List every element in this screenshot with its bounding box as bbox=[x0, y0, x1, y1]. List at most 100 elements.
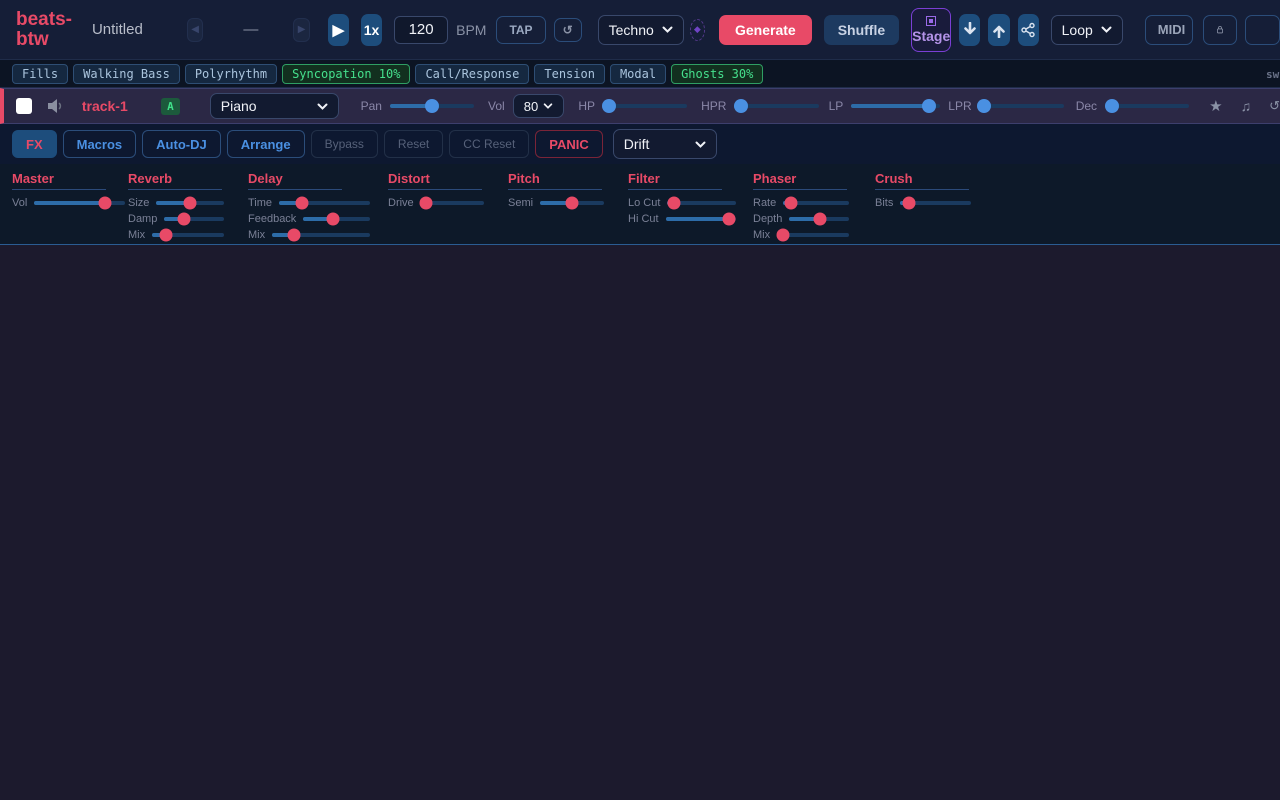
fx-section-crush: Crush Bits bbox=[875, 171, 971, 206]
track-reset-icon[interactable]: ↺ bbox=[1269, 98, 1280, 114]
shuffle-button[interactable]: Shuffle bbox=[824, 15, 899, 45]
fx-param-label: Depth bbox=[753, 213, 782, 225]
dec-slider[interactable] bbox=[1105, 104, 1189, 108]
slider-knob[interactable] bbox=[785, 196, 798, 209]
slider-knob[interactable] bbox=[668, 196, 681, 209]
reverb-mix-slider[interactable] bbox=[152, 233, 224, 237]
lp-slider[interactable] bbox=[851, 104, 940, 108]
lp-label: LP bbox=[829, 99, 844, 113]
slider-knob[interactable] bbox=[566, 196, 579, 209]
reset-button[interactable]: Reset bbox=[384, 130, 443, 158]
music-note-icon[interactable]: ♫ bbox=[1241, 98, 1252, 114]
reverb-size-slider[interactable] bbox=[156, 201, 224, 205]
fx-section-title: Delay bbox=[248, 171, 342, 190]
chip-call-response[interactable]: Call/Response bbox=[415, 64, 529, 84]
fx-param-label: Damp bbox=[128, 213, 157, 225]
slider-knob[interactable] bbox=[814, 212, 827, 225]
midi-button[interactable]: MIDI bbox=[1145, 15, 1193, 45]
download-button[interactable] bbox=[959, 14, 980, 46]
slider-knob[interactable] bbox=[902, 196, 915, 209]
chip-ghosts[interactable]: Ghosts 30% bbox=[671, 64, 763, 84]
tab-auto-dj[interactable]: Auto-DJ bbox=[142, 130, 221, 158]
tap-tempo-button[interactable]: TAP bbox=[496, 16, 545, 44]
slider-knob[interactable] bbox=[776, 228, 789, 241]
seed-orb-icon[interactable]: ◆ bbox=[690, 19, 705, 41]
chip-syncopation[interactable]: Syncopation 10% bbox=[282, 64, 410, 84]
play-button[interactable]: ▶ bbox=[328, 14, 349, 46]
chip-walking-bass[interactable]: Walking Bass bbox=[73, 64, 180, 84]
chip-fills[interactable]: Fills bbox=[12, 64, 68, 84]
bypass-button[interactable]: Bypass bbox=[311, 130, 378, 158]
generate-button[interactable]: Generate bbox=[719, 15, 812, 45]
slider-knob[interactable] bbox=[419, 196, 432, 209]
phaser-mix-slider[interactable] bbox=[777, 233, 849, 237]
slider-knob[interactable] bbox=[327, 212, 340, 225]
star-icon[interactable]: ★ bbox=[1209, 97, 1222, 115]
chip-polyrhythm[interactable]: Polyrhythm bbox=[185, 64, 277, 84]
reverb-damp-slider[interactable] bbox=[164, 217, 224, 221]
hpr-slider[interactable] bbox=[734, 104, 818, 108]
hp-label: HP bbox=[578, 99, 595, 113]
fx-section-title: Crush bbox=[875, 171, 969, 190]
overflow-button[interactable] bbox=[1245, 15, 1280, 45]
fx-section-master: Master Vol bbox=[12, 171, 125, 206]
reset-tempo-button[interactable]: ↺ bbox=[554, 18, 582, 42]
slider-knob[interactable] bbox=[184, 196, 197, 209]
pitch-semi-slider[interactable] bbox=[540, 201, 604, 205]
slider-knob[interactable] bbox=[734, 99, 748, 113]
fx-param-label: Mix bbox=[248, 229, 265, 241]
history-back-button[interactable]: ◀ bbox=[187, 18, 204, 42]
slider-knob[interactable] bbox=[425, 99, 439, 113]
speed-button[interactable]: 1x bbox=[361, 14, 382, 46]
slider-knob[interactable] bbox=[1105, 99, 1119, 113]
master-vol-slider[interactable] bbox=[34, 201, 125, 205]
track-name[interactable]: track-1 bbox=[82, 98, 145, 114]
cc-reset-button[interactable]: CC Reset bbox=[449, 130, 529, 158]
slider-knob[interactable] bbox=[295, 196, 308, 209]
fx-section-title: Distort bbox=[388, 171, 482, 190]
filter-hicut-slider[interactable] bbox=[666, 217, 736, 221]
slider-knob[interactable] bbox=[977, 99, 991, 113]
stage-button[interactable]: Stage bbox=[911, 8, 951, 52]
panic-button[interactable]: PANIC bbox=[535, 130, 602, 158]
slider-knob[interactable] bbox=[602, 99, 616, 113]
chip-modal[interactable]: Modal bbox=[610, 64, 666, 84]
bpm-input[interactable] bbox=[394, 16, 448, 44]
slider-knob[interactable] bbox=[922, 99, 936, 113]
instrument-select[interactable]: Piano bbox=[210, 93, 339, 119]
delay-feedback-slider[interactable] bbox=[303, 217, 370, 221]
tab-fx[interactable]: FX bbox=[12, 130, 57, 158]
genre-select[interactable]: Techno bbox=[598, 15, 684, 45]
track-checkbox[interactable] bbox=[16, 98, 32, 114]
slider-knob[interactable] bbox=[160, 228, 173, 241]
lock-button[interactable] bbox=[1203, 15, 1237, 45]
chip-tension[interactable]: Tension bbox=[534, 64, 605, 84]
distort-drive-slider[interactable] bbox=[421, 201, 484, 205]
speaker-mute-icon[interactable] bbox=[46, 97, 66, 115]
slider-knob[interactable] bbox=[722, 212, 735, 225]
hp-slider[interactable] bbox=[603, 104, 687, 108]
delay-time-slider[interactable] bbox=[279, 201, 370, 205]
variant-badge[interactable]: A bbox=[161, 98, 180, 115]
slider-knob[interactable] bbox=[99, 196, 112, 209]
delay-mix-slider[interactable] bbox=[272, 233, 370, 237]
share-button[interactable] bbox=[1018, 14, 1039, 46]
mode-select[interactable]: Loop bbox=[1051, 15, 1123, 45]
upload-button[interactable] bbox=[988, 14, 1009, 46]
diamond-icon: ◆ bbox=[694, 24, 701, 35]
volume-value: 80 bbox=[524, 99, 538, 114]
filter-locut-slider[interactable] bbox=[667, 201, 736, 205]
drift-select[interactable]: Drift bbox=[613, 129, 717, 159]
tab-macros[interactable]: Macros bbox=[63, 130, 137, 158]
pan-slider[interactable] bbox=[390, 104, 474, 108]
history-forward-button[interactable]: ▶ bbox=[293, 18, 310, 42]
phaser-depth-slider[interactable] bbox=[789, 217, 849, 221]
crush-bits-slider[interactable] bbox=[900, 201, 971, 205]
slider-knob[interactable] bbox=[287, 228, 300, 241]
volume-select[interactable]: 80 bbox=[513, 94, 565, 118]
fx-param-label: Rate bbox=[753, 197, 776, 209]
lpr-slider[interactable] bbox=[980, 104, 1064, 108]
slider-knob[interactable] bbox=[178, 212, 191, 225]
phaser-rate-slider[interactable] bbox=[783, 201, 849, 205]
tab-arrange[interactable]: Arrange bbox=[227, 130, 305, 158]
